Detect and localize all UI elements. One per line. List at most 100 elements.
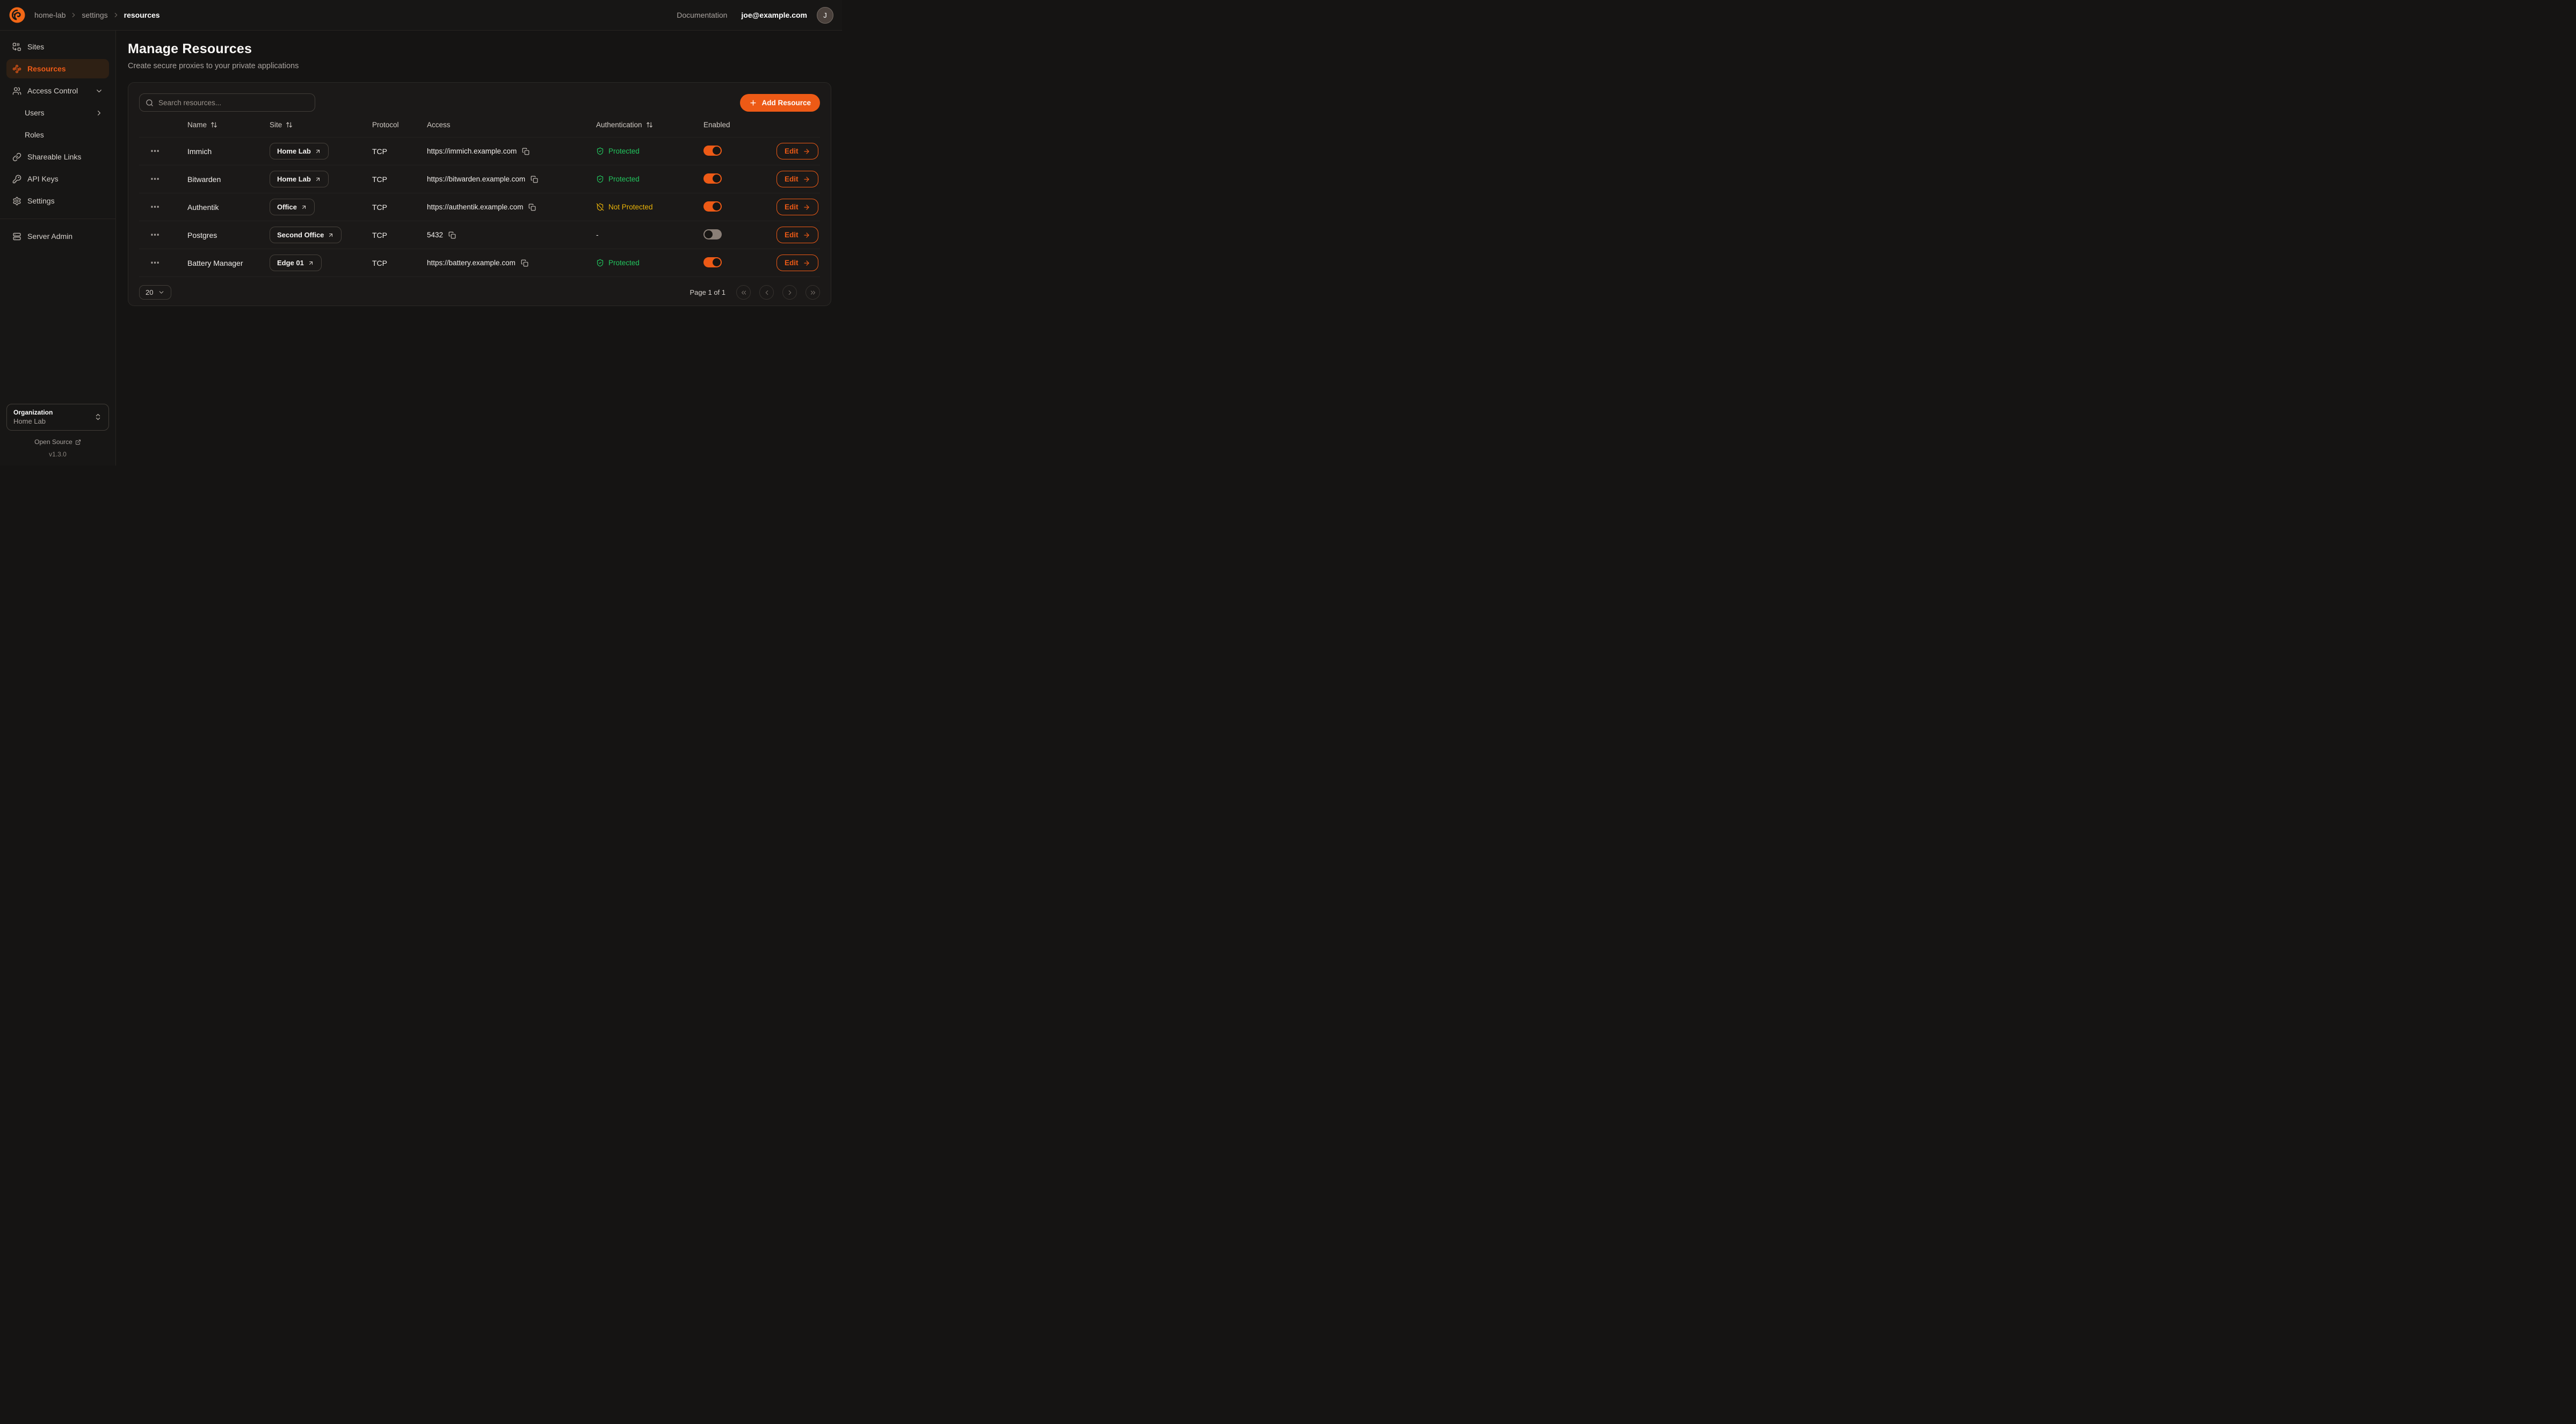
first-page-button[interactable] [736,285,751,300]
column-header-name[interactable]: Name [187,121,270,129]
enabled-toggle[interactable] [703,257,722,267]
sidebar-item-server-admin[interactable]: Server Admin [6,227,109,246]
row-menu-button[interactable]: ⋯ [148,173,163,186]
edit-button[interactable]: Edit [777,171,818,187]
row-menu-button[interactable]: ⋯ [148,229,163,242]
copy-icon[interactable] [522,148,529,155]
resources-card: Add Resource Name Site Protocol Access A… [128,82,831,306]
sidebar-item-access-control[interactable]: Access Control [6,81,109,100]
gear-icon [12,197,21,206]
copy-icon[interactable] [528,204,536,211]
resource-protocol: TCP [372,203,427,212]
edit-button[interactable]: Edit [777,255,818,271]
combine-icon [12,42,21,52]
user-email-menu[interactable]: joe@example.com [741,11,807,19]
add-resource-button[interactable]: Add Resource [740,94,820,112]
sidebar-item-roles[interactable]: Roles [6,125,109,144]
sidebar-item-sites[interactable]: Sites [6,37,109,56]
organization-selector[interactable]: Organization Home Lab [6,404,109,431]
enabled-toggle[interactable] [703,201,722,212]
ellipsis-icon: ⋯ [150,230,160,240]
edit-button[interactable]: Edit [777,199,818,215]
copy-icon[interactable] [448,231,456,239]
open-source-link[interactable]: Open Source [6,438,109,446]
site-link[interactable]: Edge 01 [270,255,322,271]
table-row: ⋯ Postgres Second Office TCP 5432 - [139,221,820,249]
search-icon [146,99,154,107]
edit-label: Edit [785,259,799,267]
resource-protocol: TCP [372,147,427,156]
sidebar-item-shareable-links[interactable]: Shareable Links [6,147,109,166]
sidebar-item-label: Settings [27,197,55,205]
column-header-site[interactable]: Site [270,121,372,129]
enabled-toggle[interactable] [703,173,722,184]
sidebar-item-api-keys[interactable]: API Keys [6,169,109,188]
enabled-toggle[interactable] [703,229,722,239]
chevron-down-icon [158,289,165,296]
enabled-toggle[interactable] [703,146,722,156]
page-info: Page 1 of 1 [690,288,726,296]
page-size-select[interactable]: 20 [139,285,171,300]
column-header-enabled: Enabled [703,121,777,129]
edit-button[interactable]: Edit [777,143,818,159]
previous-page-button[interactable] [759,285,774,300]
site-link[interactable]: Second Office [270,227,342,243]
access-value: https://bitwarden.example.com [427,175,525,183]
last-page-button[interactable] [806,285,820,300]
authentication-status: Protected [596,259,703,267]
add-resource-label: Add Resource [761,99,811,107]
authentication-status: Protected [596,175,703,183]
column-header-protocol: Protocol [372,121,427,129]
table-row: ⋯ Immich Home Lab TCP https://immich.exa… [139,137,820,165]
arrow-up-right-icon [315,148,321,155]
arrow-right-icon [803,176,810,183]
site-name: Office [277,203,297,211]
external-link-icon [75,439,81,445]
row-menu-button[interactable]: ⋯ [148,201,163,214]
sidebar-item-resources[interactable]: Resources [6,59,109,78]
site-link[interactable]: Office [270,199,315,215]
resource-name: Postgres [187,231,270,239]
toggle-knob [713,258,721,266]
breadcrumb-org[interactable]: home-lab [34,11,66,19]
sidebar-item-settings[interactable]: Settings [6,191,109,210]
avatar[interactable]: J [817,7,833,24]
chevron-right-icon [786,289,794,296]
main-content: Manage Resources Create secure proxies t… [116,31,842,466]
arrow-up-right-icon [308,260,314,266]
chevron-separator-icon [70,11,77,19]
sidebar-item-label: Shareable Links [27,152,81,161]
breadcrumb-settings[interactable]: settings [82,11,107,19]
server-icon [12,232,21,241]
pangolin-logo[interactable] [9,6,26,24]
shield-check-icon [596,147,604,155]
open-source-label: Open Source [34,438,72,446]
arrow-right-icon [803,148,810,155]
link-icon [12,152,21,162]
site-link[interactable]: Home Lab [270,143,329,159]
sidebar-item-label: Users [25,108,45,117]
search-input[interactable] [158,99,309,107]
chevron-separator-icon [112,11,120,19]
chevrons-up-down-icon [94,413,102,421]
row-menu-button[interactable]: ⋯ [148,145,163,158]
sidebar-item-users[interactable]: Users [6,103,109,122]
shield-check-icon [596,259,604,267]
edit-button[interactable]: Edit [777,227,818,243]
next-page-button[interactable] [782,285,797,300]
sidebar-item-label: Roles [25,130,44,139]
arrow-up-right-icon [301,204,307,210]
copy-icon[interactable] [531,176,538,183]
ellipsis-icon: ⋯ [150,174,160,184]
documentation-link[interactable]: Documentation [677,11,727,19]
sort-icon [286,121,293,128]
column-header-authentication[interactable]: Authentication [596,121,703,129]
sidebar-item-label: Server Admin [27,232,72,241]
breadcrumb-resources[interactable]: resources [124,11,160,19]
site-link[interactable]: Home Lab [270,171,329,187]
arrow-right-icon [803,259,810,267]
row-menu-button[interactable]: ⋯ [148,257,163,270]
authentication-status: Not Protected [596,203,703,211]
edit-label: Edit [785,203,799,211]
copy-icon[interactable] [521,259,528,267]
